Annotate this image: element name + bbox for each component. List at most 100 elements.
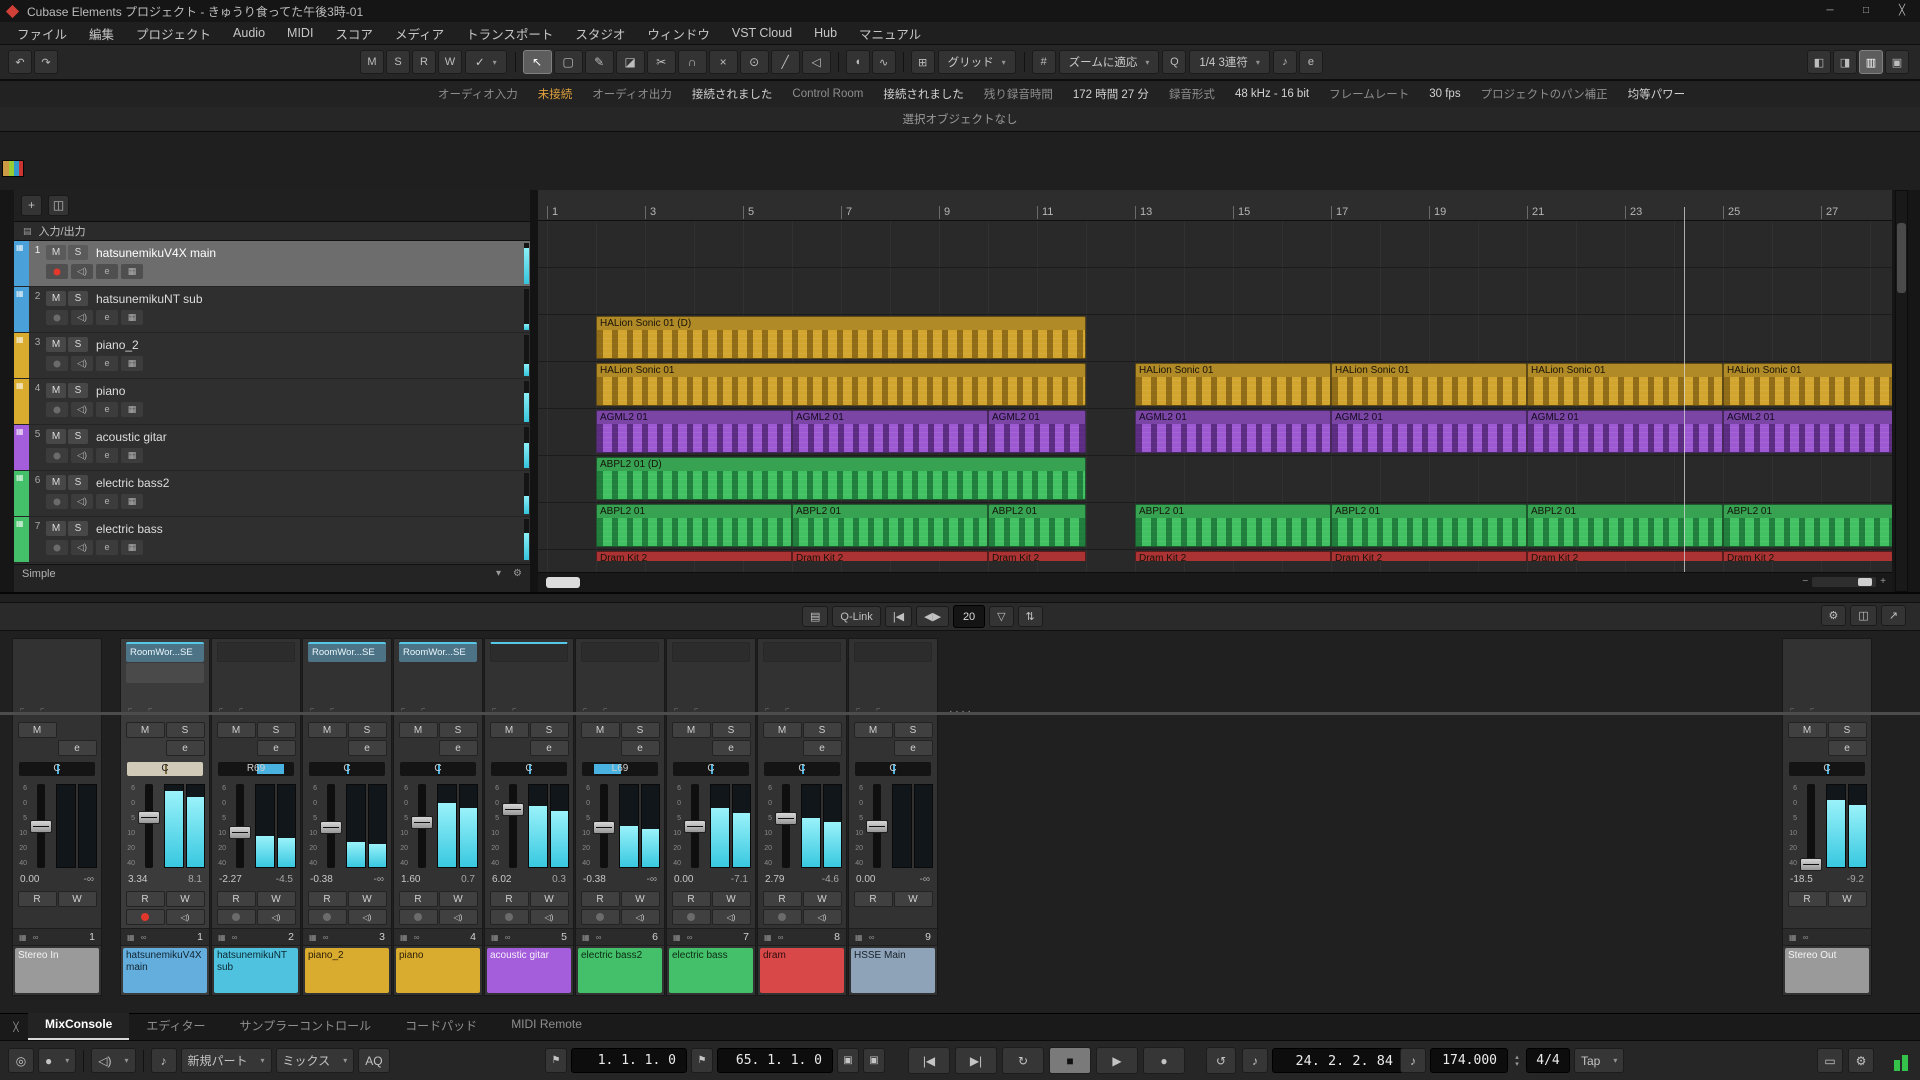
tempo-track-icon[interactable]: ♪ — [1400, 1048, 1426, 1073]
grid-type-dropdown[interactable]: ズームに適応 ▾ — [1059, 50, 1160, 74]
step-down-icon[interactable]: ▾ — [1512, 1061, 1522, 1068]
mixer-strip-stereo-in[interactable]: ⌐⌐MeC6051020400.00-∞RW▦ ∞1Stereo In — [12, 638, 102, 996]
midi-clip[interactable]: ABPL2 01 — [1527, 504, 1723, 547]
fader-handle[interactable] — [138, 811, 160, 824]
menu-VST Cloud[interactable]: VST Cloud — [721, 26, 803, 40]
midi-clip[interactable]: ABPL2 01 — [1331, 504, 1527, 547]
transport-options-icon[interactable]: ◎ — [8, 1048, 34, 1073]
channel-fader[interactable]: 605102040 — [1783, 780, 1871, 872]
record-arm-button[interactable] — [217, 909, 256, 925]
record-arm-button[interactable] — [763, 909, 802, 925]
read-automation-button[interactable]: R — [672, 891, 711, 907]
track-mute-button[interactable]: M — [46, 291, 66, 306]
mixer-strip-ch1[interactable]: RoomWor...SE⌐⌐MSeC6051020403.348.1RW◁)▦ … — [120, 638, 210, 996]
pan-control[interactable]: C — [673, 762, 749, 776]
channel-mute-button[interactable]: M — [399, 722, 438, 738]
arrangement-area[interactable]: 13579111315171921232527 HALion Sonic 01 … — [538, 190, 1892, 592]
instrument-button[interactable]: ▦ — [121, 264, 143, 279]
insert-slot[interactable] — [217, 642, 295, 662]
pan-control[interactable]: C — [127, 762, 203, 776]
monitor-button[interactable]: ◁) — [257, 909, 296, 925]
add-track-button[interactable]: + — [21, 195, 42, 216]
window-maximize-icon[interactable]: ▣ — [1885, 50, 1909, 74]
menu-MIDI[interactable]: MIDI — [276, 26, 324, 40]
channel-edit-button[interactable]: e — [712, 740, 751, 756]
snap-toggle-icon[interactable]: ⊞ — [911, 50, 935, 74]
midi-clip[interactable]: Dram Kit 2 — [596, 551, 792, 561]
pan-control[interactable]: C — [764, 762, 840, 776]
fader-track[interactable] — [228, 782, 252, 870]
punch-out-button[interactable]: ▣ — [863, 1048, 885, 1073]
midi-clip[interactable]: HALion Sonic 01 — [1331, 363, 1527, 406]
midi-clip[interactable]: HALion Sonic 01 (D) — [596, 316, 1086, 359]
left-locator-icon[interactable]: ⚑ — [545, 1048, 567, 1073]
fader-handle[interactable] — [229, 826, 251, 839]
position-display[interactable]: 24. 2. 2. 84 — [1272, 1048, 1404, 1073]
channel-solo-button[interactable]: S — [621, 722, 660, 738]
zoom-slider[interactable] — [1812, 577, 1876, 587]
instrument-button[interactable]: ▦ — [121, 402, 143, 417]
go-to-end-button[interactable]: ▶| — [955, 1047, 997, 1074]
channel-fader[interactable]: 605102040 — [13, 780, 101, 872]
insert-slot[interactable] — [126, 663, 204, 683]
line-tool[interactable]: ╱ — [771, 50, 800, 74]
fader-track[interactable] — [592, 782, 616, 870]
edit-channel-button[interactable]: e — [96, 494, 118, 509]
write-automation-button[interactable]: W — [58, 891, 97, 907]
write-automation-button[interactable]: W — [348, 891, 387, 907]
menu-編集[interactable]: 編集 — [78, 24, 125, 43]
channel-name[interactable]: hatsunemikuNT sub — [214, 948, 298, 993]
project-cursor[interactable] — [1684, 207, 1685, 572]
record-arm-button[interactable] — [581, 909, 620, 925]
prev-bank-icon[interactable]: |◀ — [885, 606, 912, 627]
write-automation-button[interactable]: W — [257, 891, 296, 907]
menu-トランスポート[interactable]: トランスポート — [455, 24, 564, 43]
record-arm-button[interactable] — [126, 909, 165, 925]
fader-handle[interactable] — [684, 820, 706, 833]
read-automation-button[interactable]: R — [18, 891, 57, 907]
menu-Hub[interactable]: Hub — [803, 26, 848, 40]
midi-clip[interactable]: ABPL2 01 — [792, 504, 988, 547]
horizontal-zoom-control[interactable]: − + — [1802, 576, 1886, 587]
track-mute-button[interactable]: M — [46, 429, 66, 444]
tab-midi-remote[interactable]: MIDI Remote — [494, 1013, 599, 1040]
midi-clip[interactable]: HALion Sonic 01 — [1723, 363, 1892, 406]
track-solo-button[interactable]: S — [68, 429, 88, 444]
midi-clip[interactable]: ABPL2 01 (D) — [596, 457, 1086, 500]
time-format-icon[interactable]: ♪ — [1242, 1048, 1268, 1073]
write-automation-button[interactable]: W — [894, 891, 933, 907]
channel-mute-button[interactable]: M — [1788, 722, 1827, 738]
record-arm-button[interactable] — [308, 909, 347, 925]
read-automation-button[interactable]: R — [581, 891, 620, 907]
record-arm-button[interactable] — [46, 264, 68, 279]
channel-fader[interactable]: 605102040 — [212, 780, 300, 872]
channel-mute-button[interactable]: M — [763, 722, 802, 738]
midi-clip[interactable]: ABPL2 01 — [988, 504, 1086, 547]
fader-track[interactable] — [683, 782, 707, 870]
vertical-scrollbar[interactable] — [1895, 190, 1908, 592]
monitor-button[interactable]: ◁) — [712, 909, 751, 925]
menu-メディア[interactable]: メディア — [384, 24, 455, 43]
channel-solo-button[interactable]: S — [803, 722, 842, 738]
track-visibility-icon[interactable]: ◫ — [48, 195, 69, 216]
mute-tool[interactable]: × — [709, 50, 738, 74]
midi-clip[interactable]: AGML2 01 — [1331, 410, 1527, 453]
read-automation-button[interactable]: R — [126, 891, 165, 907]
automation-mode-dropdown[interactable]: ✓ ▾ — [465, 50, 507, 74]
menu-ファイル[interactable]: ファイル — [6, 24, 78, 43]
rack-divider-handle[interactable] — [0, 712, 1920, 715]
track-solo-button[interactable]: S — [68, 475, 88, 490]
fader-track[interactable] — [865, 782, 889, 870]
fader-handle[interactable] — [866, 820, 888, 833]
channel-mute-button[interactable]: M — [217, 722, 256, 738]
close-button[interactable]: ╳ — [1884, 0, 1920, 22]
record-arm-button[interactable] — [46, 310, 68, 325]
channel-solo-button[interactable]: S — [257, 722, 296, 738]
mixer-strip-ch4[interactable]: RoomWor...SE⌐⌐MSeC6051020401.600.7RW◁)▦ … — [393, 638, 483, 996]
channel-edit-button[interactable]: e — [166, 740, 205, 756]
midi-clip[interactable]: AGML2 01 — [1723, 410, 1892, 453]
monitor-button[interactable]: ◁) — [439, 909, 478, 925]
record-arm-button[interactable] — [46, 448, 68, 463]
insert-slot[interactable] — [672, 642, 750, 662]
channel-fader[interactable]: 605102040 — [758, 780, 846, 872]
